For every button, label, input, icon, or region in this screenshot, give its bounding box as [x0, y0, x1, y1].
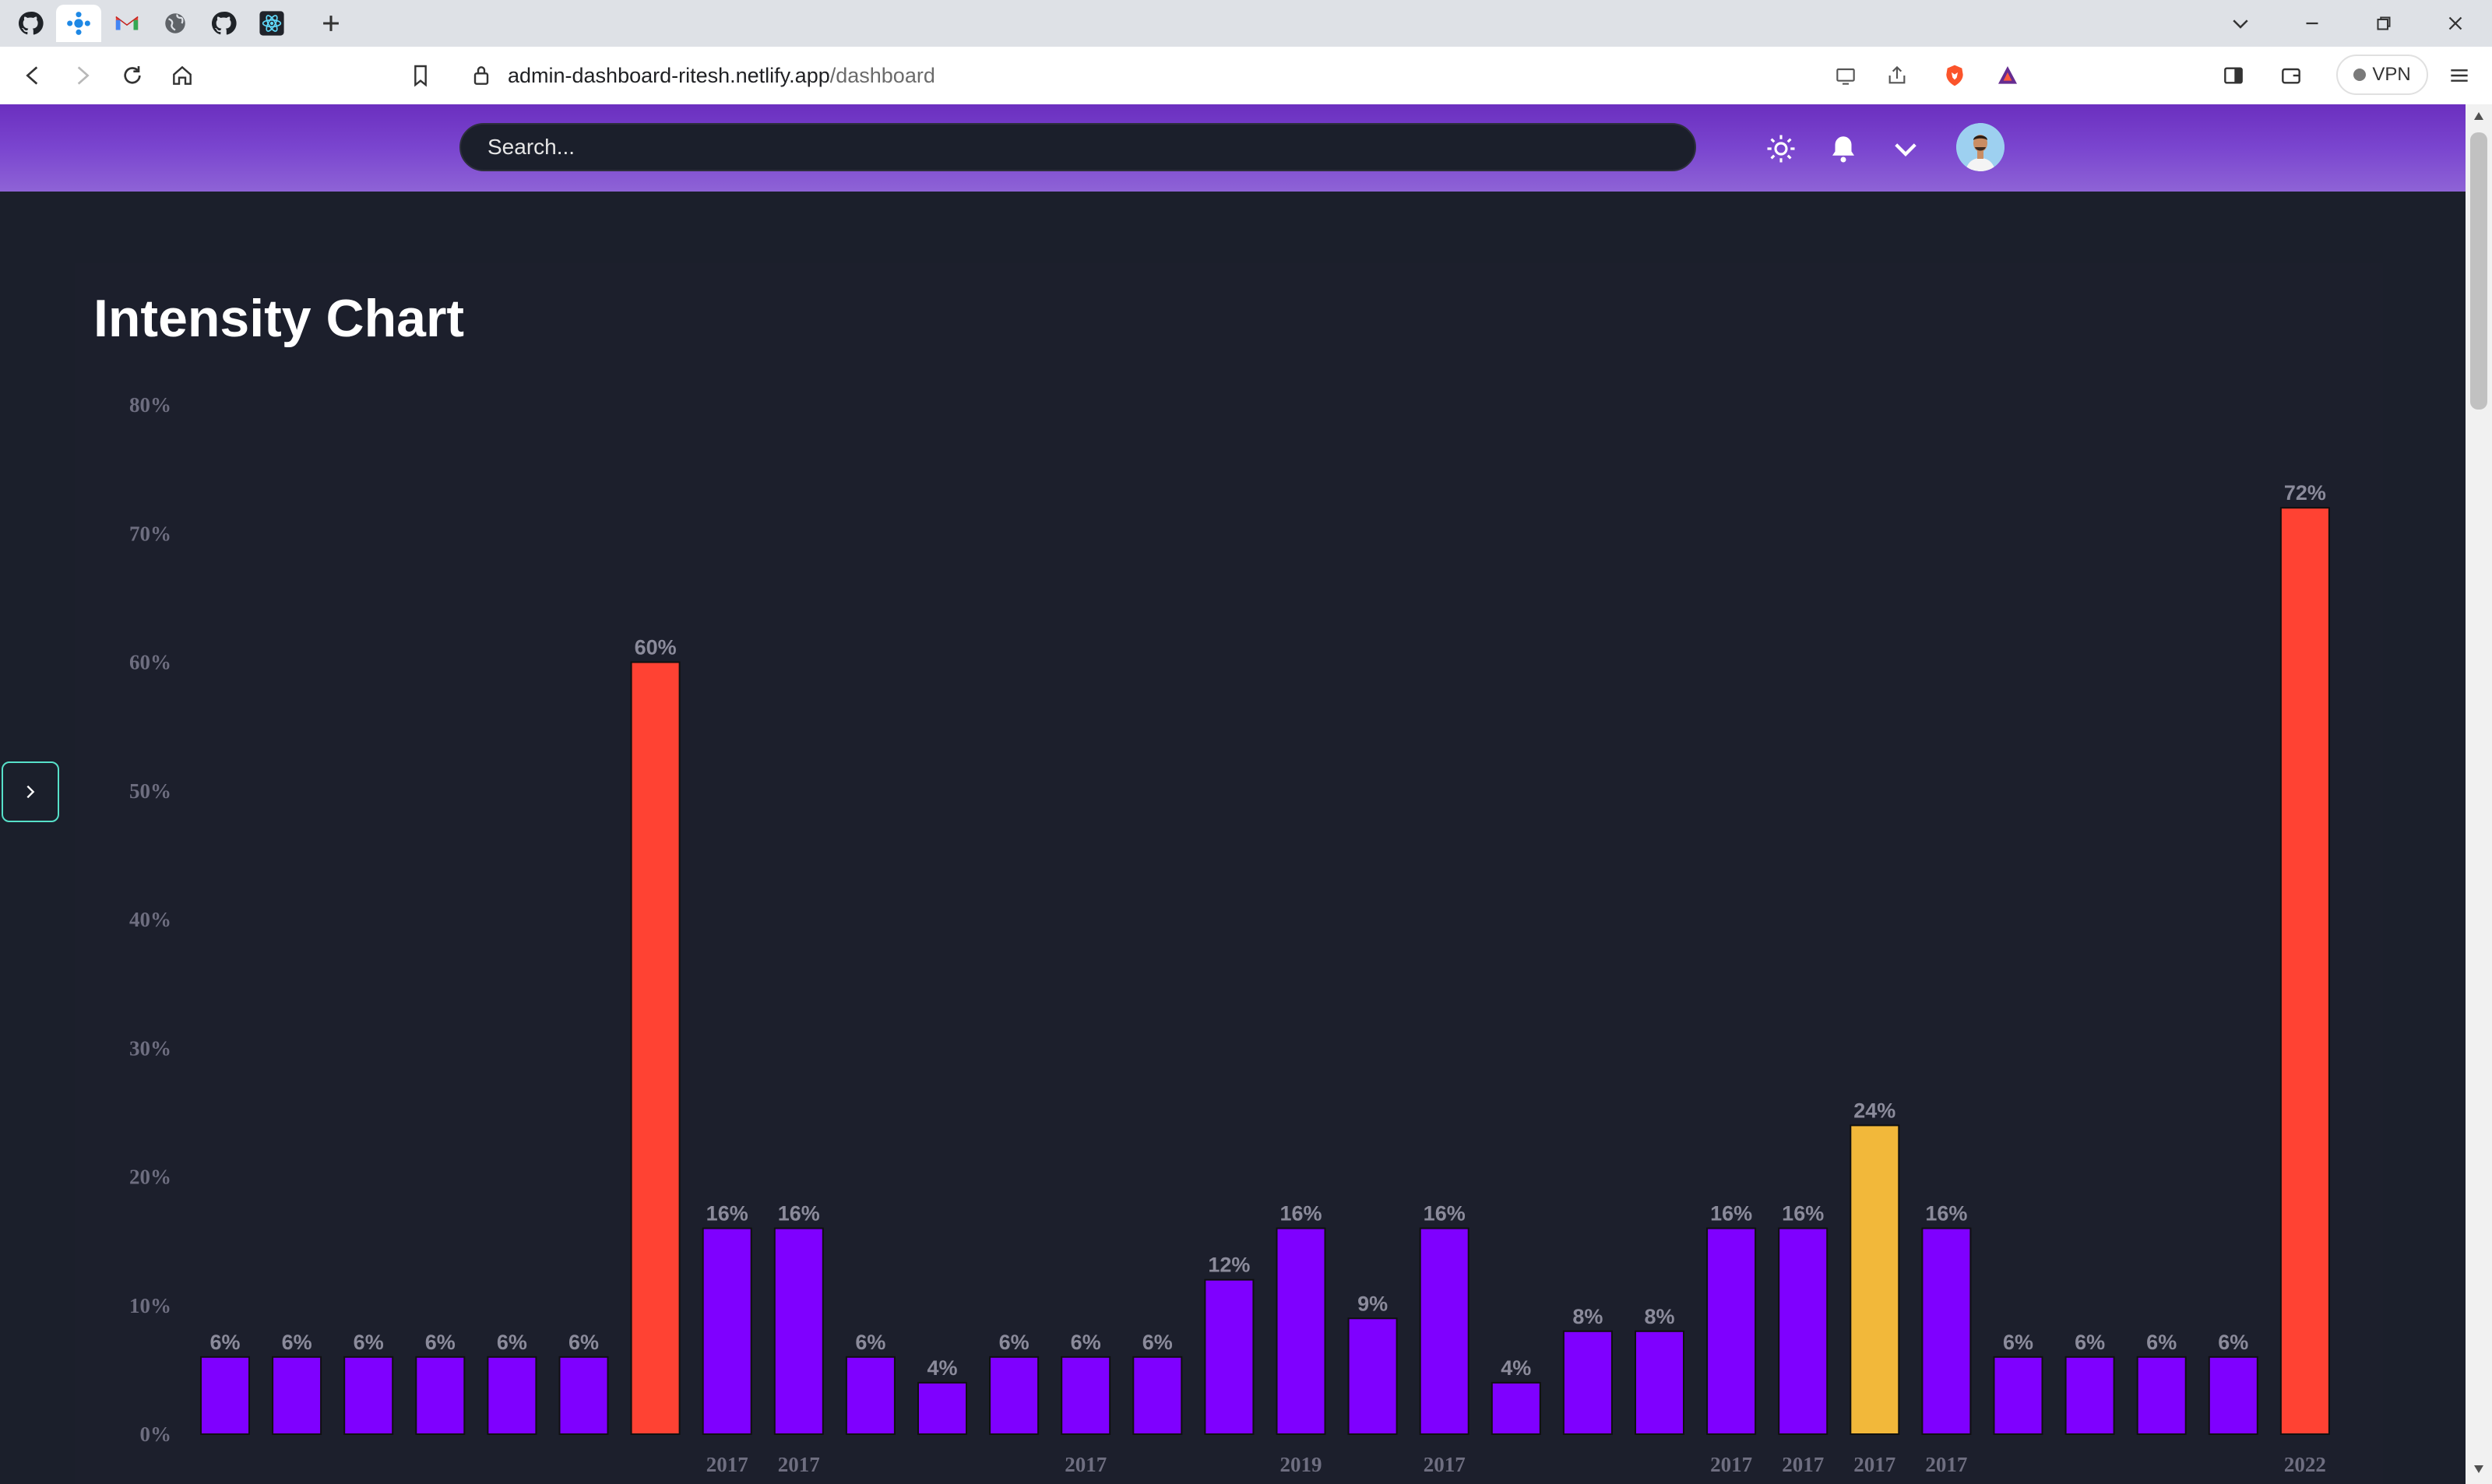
- chart-bar[interactable]: [415, 1356, 466, 1435]
- chart-bar[interactable]: [343, 1356, 394, 1435]
- chart-bar[interactable]: [702, 1227, 752, 1435]
- x-tick-label: 2019: [1280, 1453, 1322, 1476]
- chart-bar[interactable]: [2208, 1356, 2258, 1435]
- bar-value-label: 16%: [1710, 1202, 1752, 1226]
- chart-bar[interactable]: [1132, 1356, 1183, 1435]
- y-tick-label: 30%: [129, 1036, 171, 1060]
- y-tick-label: 20%: [129, 1166, 171, 1189]
- y-tick-label: 80%: [129, 393, 171, 417]
- bar-value-label: 6%: [2146, 1331, 2177, 1354]
- bar-value-label: 16%: [1782, 1202, 1824, 1226]
- chart-bar[interactable]: [487, 1356, 537, 1435]
- y-tick-label: 10%: [129, 1294, 171, 1317]
- page-scrollbar[interactable]: [2466, 104, 2492, 1484]
- bar-value-label: 6%: [282, 1331, 312, 1354]
- bar-value-label: 6%: [568, 1331, 599, 1354]
- chart-bar[interactable]: [2279, 507, 2330, 1436]
- scroll-thumb[interactable]: [2470, 132, 2487, 410]
- x-tick-label: 2022: [2284, 1453, 2326, 1476]
- bar-value-label: 16%: [1925, 1202, 1967, 1226]
- bar-value-label: 6%: [2218, 1331, 2248, 1354]
- chart-bar[interactable]: [917, 1381, 967, 1436]
- chart-bar[interactable]: [1993, 1356, 2043, 1435]
- x-axis: 2017 2017 2017 2019 2017 2017 2017 2017 2017 2022: [706, 1453, 2326, 1476]
- bar-value-label: 4%: [927, 1356, 957, 1380]
- y-tick-label: 0%: [140, 1422, 172, 1446]
- x-tick-label: 2017: [1065, 1453, 1107, 1476]
- chart-bar[interactable]: [1921, 1227, 1972, 1435]
- chart-bar[interactable]: [989, 1356, 1040, 1435]
- bar-value-label: 12%: [1208, 1254, 1250, 1277]
- x-tick-label: 2017: [706, 1453, 748, 1476]
- y-tick-label: 70%: [129, 522, 171, 545]
- x-tick-label: 2017: [1925, 1453, 1967, 1476]
- bar-value-label: 16%: [778, 1202, 820, 1226]
- x-tick-label: 2017: [1853, 1453, 1895, 1476]
- bar-value-label: 6%: [2075, 1331, 2105, 1354]
- bar-value-label: 9%: [1357, 1292, 1388, 1315]
- bar-value-label: 6%: [425, 1331, 456, 1354]
- y-tick-label: 50%: [129, 779, 171, 803]
- chart-bar[interactable]: [1850, 1124, 1900, 1436]
- chart-bar[interactable]: [1562, 1330, 1613, 1436]
- scroll-up-arrow-icon[interactable]: [2473, 111, 2485, 121]
- chart-bar[interactable]: [1276, 1227, 1326, 1435]
- x-tick-label: 2017: [1424, 1453, 1466, 1476]
- bar-value-label: 8%: [1572, 1305, 1603, 1328]
- x-tick-label: 2017: [1782, 1453, 1824, 1476]
- bar-value-label: 6%: [497, 1331, 527, 1354]
- scroll-down-arrow-icon[interactable]: [2473, 1464, 2485, 1475]
- bar-value-label: 72%: [2284, 481, 2326, 505]
- bar-value-label: 6%: [855, 1331, 885, 1354]
- chart-bar[interactable]: [1706, 1227, 1757, 1435]
- bar-value-label: 16%: [1424, 1202, 1466, 1226]
- bar-value-label: 60%: [635, 636, 677, 659]
- chart-bar[interactable]: [1204, 1278, 1255, 1435]
- chart-bar[interactable]: [1419, 1227, 1470, 1435]
- chart-bar[interactable]: [630, 661, 681, 1435]
- chart-bar[interactable]: [1347, 1317, 1398, 1436]
- bar-value-label: 6%: [354, 1331, 384, 1354]
- bar-value-label: 6%: [209, 1331, 240, 1354]
- chart-bar[interactable]: [1635, 1330, 1684, 1436]
- chart-bar[interactable]: [1061, 1356, 1111, 1435]
- bar-value-label: 4%: [1501, 1356, 1531, 1380]
- chart-bar[interactable]: [1778, 1227, 1829, 1435]
- y-tick-label: 60%: [129, 651, 171, 674]
- y-axis: 0% 10% 20% 30% 40% 50% 60% 70% 80%: [129, 393, 171, 1446]
- chart-bar[interactable]: [845, 1356, 896, 1435]
- chart-bar[interactable]: [2136, 1356, 2187, 1435]
- bar-value-label: 16%: [706, 1202, 748, 1226]
- x-tick-label: 2017: [1710, 1453, 1752, 1476]
- bar-value-label: 6%: [999, 1331, 1030, 1354]
- bar-value-label: 8%: [1644, 1305, 1674, 1328]
- bar-series: [200, 507, 2330, 1436]
- x-tick-label: 2017: [778, 1453, 820, 1476]
- bar-value-label: 24%: [1853, 1099, 1895, 1122]
- chart-bar[interactable]: [773, 1227, 824, 1435]
- bar-value-label: 6%: [1071, 1331, 1101, 1354]
- bar-value-label: 6%: [2003, 1331, 2033, 1354]
- intensity-bar-chart: 0%10%20%30%40%50%60%70%80% 6% 6% 6% 6% 6% 6%6…: [129, 393, 2330, 1476]
- y-tick-label: 40%: [129, 908, 171, 931]
- chart-bar[interactable]: [2064, 1356, 2115, 1435]
- chart-bar[interactable]: [200, 1356, 250, 1435]
- chart-bar[interactable]: [558, 1356, 609, 1435]
- bar-value-label: 16%: [1279, 1202, 1322, 1226]
- data-labels: 6% 6% 6% 6% 6% 6% 60% 16% 16% 6% 4% 6% 6% 6% 12% 16% 9% 1…: [209, 481, 2325, 1380]
- chart-bar[interactable]: [272, 1356, 322, 1435]
- chart-bar[interactable]: [1491, 1381, 1541, 1436]
- bar-value-label: 6%: [1142, 1331, 1173, 1354]
